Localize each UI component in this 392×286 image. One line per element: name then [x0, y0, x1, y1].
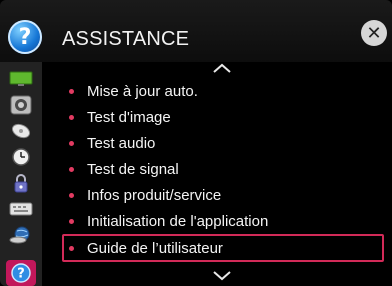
- menu-item-user-guide[interactable]: Guide de l’utilisateur: [62, 234, 384, 262]
- speaker-icon: [10, 95, 32, 115]
- sidebar-item-options[interactable]: [8, 198, 34, 220]
- bullet-icon: [69, 166, 74, 172]
- bullet-icon: [69, 218, 74, 224]
- sidebar-item-audio[interactable]: [8, 94, 34, 116]
- menu-item-label: Guide de l’utilisateur: [87, 239, 223, 257]
- menu-item-label: Test de signal: [87, 160, 179, 178]
- clock-icon: [12, 148, 30, 166]
- support-menu: Mise à jour auto. Test d'image Test audi…: [62, 62, 386, 286]
- keyboard-icon: [9, 202, 33, 216]
- bullet-icon: [69, 88, 74, 94]
- satellite-dish-icon: [11, 123, 31, 139]
- svg-text:?: ?: [17, 267, 25, 282]
- menu-item-label: Test audio: [87, 134, 156, 152]
- lock-icon: [14, 174, 28, 193]
- menu-item-label: Mise à jour auto.: [87, 82, 198, 100]
- sidebar-item-network[interactable]: [8, 224, 34, 246]
- sidebar-item-channels[interactable]: [8, 120, 34, 142]
- bullet-icon: [69, 192, 74, 198]
- menu-item-product-info[interactable]: Infos produit/service: [62, 182, 384, 208]
- bullet-icon: [69, 245, 74, 251]
- dialog-header: ? ASSISTANCE ✕: [0, 0, 392, 62]
- menu-item-picture-test[interactable]: Test d'image: [62, 104, 384, 130]
- assistance-dialog: ? ASSISTANCE ✕ ? Mise à jour auto. Test …: [0, 0, 392, 286]
- dialog-title: ASSISTANCE: [62, 28, 190, 50]
- help-question-icon: ?: [8, 20, 42, 54]
- sidebar-item-support[interactable]: ?: [6, 260, 36, 286]
- chevron-up-icon[interactable]: [212, 62, 232, 74]
- sidebar-item-picture[interactable]: [8, 68, 34, 90]
- menu-item-audio-test[interactable]: Test audio: [62, 130, 384, 156]
- close-button[interactable]: ✕: [361, 20, 387, 46]
- chevron-down-icon[interactable]: [212, 270, 232, 282]
- sidebar-item-lock[interactable]: [8, 172, 34, 194]
- bullet-icon: [69, 114, 74, 120]
- sidebar-item-time[interactable]: [8, 146, 34, 168]
- menu-item-label: Initialisation de l'application: [87, 212, 269, 230]
- menu-item-app-reset[interactable]: Initialisation de l'application: [62, 208, 384, 234]
- help-icon: ?: [11, 263, 31, 283]
- menu-item-signal-test[interactable]: Test de signal: [62, 156, 384, 182]
- menu-item-label: Test d'image: [87, 108, 171, 126]
- network-globe-icon: [9, 226, 30, 244]
- menu-item-auto-update[interactable]: Mise à jour auto.: [62, 78, 384, 104]
- menu-item-label: Infos produit/service: [87, 186, 222, 204]
- bullet-icon: [69, 140, 74, 146]
- screen-icon: [9, 71, 33, 86]
- close-x-icon: ✕: [366, 22, 382, 44]
- settings-sidebar: ?: [0, 62, 42, 286]
